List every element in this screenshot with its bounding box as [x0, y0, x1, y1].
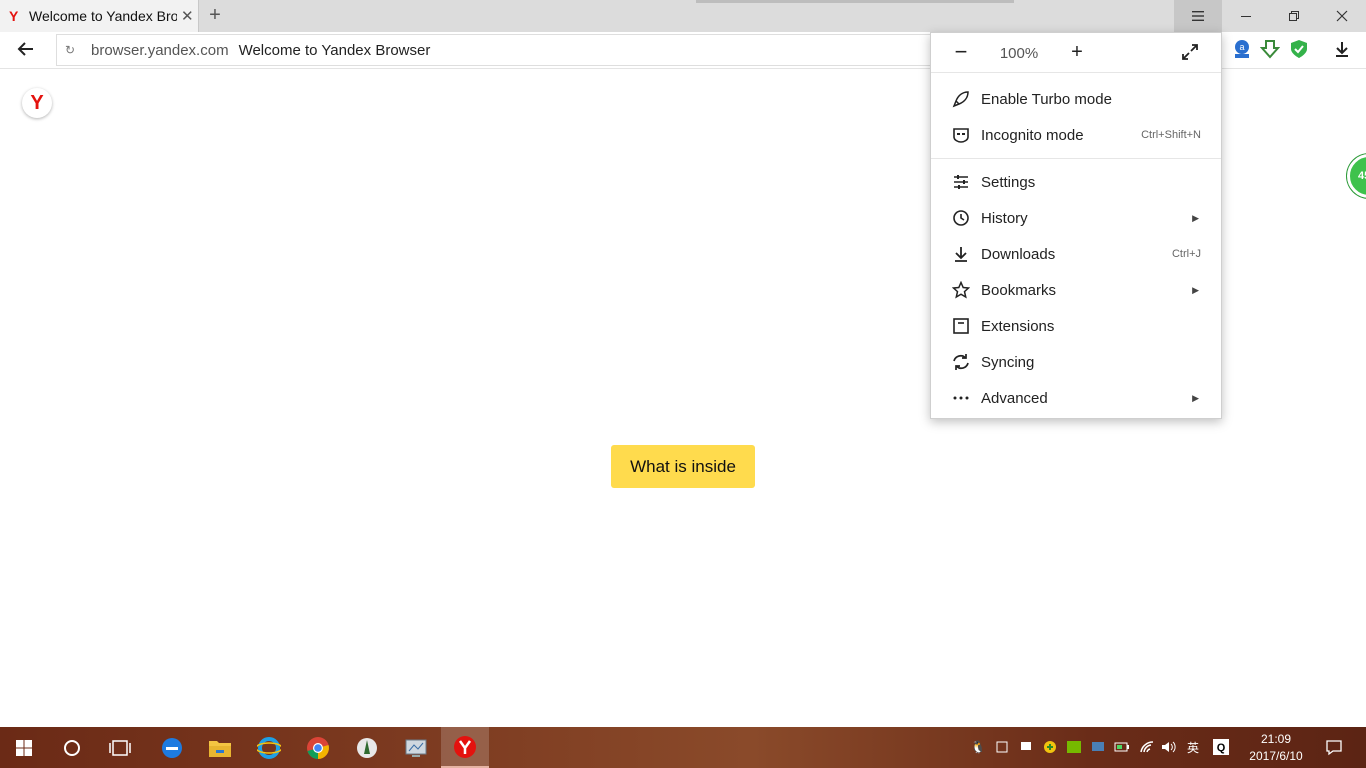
rocket-icon [951, 89, 971, 109]
tab-strip: Y Welcome to Yandex Browser ✕ + [0, 0, 1366, 32]
yandex-browser-app[interactable] [441, 727, 489, 768]
task-view-button[interactable] [96, 727, 144, 768]
action-center-icon[interactable] [1325, 738, 1343, 756]
menu-item-downloads[interactable]: Downloads Ctrl+J [931, 236, 1221, 272]
menu-divider [931, 158, 1221, 159]
monitor-icon [405, 739, 427, 757]
floating-badge[interactable]: 45 [1347, 154, 1366, 198]
file-explorer-app[interactable] [196, 727, 244, 768]
address-bar[interactable]: ↻ browser.yandex.com Welcome to Yandex B… [56, 34, 936, 66]
download-helper-icon[interactable] [1259, 38, 1281, 60]
app-taskbar-icon-2[interactable] [392, 727, 440, 768]
window-drag-area [696, 0, 1014, 3]
battery-icon[interactable] [1114, 739, 1130, 755]
edge-app[interactable] [148, 727, 196, 768]
edge-icon [162, 737, 182, 758]
translate-extension-icon[interactable]: a [1231, 38, 1253, 60]
restore-button[interactable] [1270, 0, 1318, 32]
windows-icon [16, 739, 32, 756]
address-page-title: Welcome to Yandex Browser [238, 41, 431, 59]
browser-menu: − 100% + Enable Turbo mode Incognito mod… [930, 32, 1222, 419]
browser-tab[interactable]: Y Welcome to Yandex Browser ✕ [0, 0, 199, 32]
clock-icon [951, 208, 971, 228]
ie-icon [257, 736, 281, 759]
input-method-indicator[interactable]: 英 [1185, 739, 1201, 755]
new-tab-button[interactable]: + [204, 4, 226, 26]
tray-icon-display[interactable] [1018, 739, 1034, 755]
yandex-icon [454, 735, 476, 758]
menu-item-syncing[interactable]: Syncing [931, 344, 1221, 380]
svg-text:Q: Q [1217, 742, 1226, 754]
tray-icon-q[interactable]: Q [1213, 739, 1229, 755]
windows-taskbar: 🐧 英 Q 21:09 2017/6/10 [0, 727, 1366, 768]
minimize-button[interactable] [1222, 0, 1270, 32]
zoom-level: 100% [999, 45, 1039, 62]
clock-date: 2017/6/10 [1249, 749, 1303, 763]
sliders-icon [951, 172, 971, 192]
close-window-button[interactable] [1318, 0, 1366, 32]
yandex-favicon-icon: Y [9, 8, 19, 24]
sync-icon [951, 352, 971, 372]
zoom-in-button[interactable]: + [1067, 41, 1087, 65]
menu-item-bookmarks[interactable]: Bookmarks ▶ [931, 272, 1221, 308]
svg-text:a: a [1239, 42, 1244, 52]
download-icon [951, 244, 971, 264]
fullscreen-icon[interactable] [1181, 43, 1201, 63]
menu-item-history[interactable]: History ▶ [931, 200, 1221, 236]
tray-icon-network-device[interactable] [1090, 739, 1106, 755]
tray-icon-window[interactable] [994, 739, 1010, 755]
back-arrow-icon [17, 42, 33, 56]
downloads-icon[interactable] [1331, 38, 1353, 60]
chevron-right-icon: ▶ [1192, 284, 1199, 295]
more-icon [951, 388, 971, 408]
tray-icon-security[interactable] [1042, 739, 1058, 755]
menu-item-extensions[interactable]: Extensions [931, 308, 1221, 344]
extension-icon [951, 316, 971, 336]
menu-item-advanced[interactable]: Advanced ▶ [931, 380, 1221, 416]
yandex-logo[interactable]: Y [22, 88, 52, 118]
chrome-icon [307, 736, 329, 759]
qq-tray-icon[interactable]: 🐧 [970, 739, 986, 755]
hamburger-icon [1192, 11, 1204, 21]
address-domain: browser.yandex.com [91, 41, 229, 59]
cortana-icon [64, 739, 80, 756]
zoom-out-button[interactable]: − [951, 41, 971, 65]
close-icon [1336, 10, 1348, 22]
what-is-inside-button[interactable]: What is inside [611, 445, 755, 488]
folder-icon [209, 740, 231, 757]
taskbar-clock[interactable]: 21:09 2017/6/10 [1240, 731, 1312, 765]
star-icon [951, 280, 971, 300]
menu-item-incognito[interactable]: Incognito mode Ctrl+Shift+N [931, 117, 1221, 153]
start-button[interactable] [0, 727, 48, 768]
nvidia-tray-icon[interactable] [1066, 739, 1082, 755]
menu-item-turbo[interactable]: Enable Turbo mode [931, 81, 1221, 117]
internet-explorer-app[interactable] [245, 727, 293, 768]
zoom-row: − 100% + [931, 33, 1221, 73]
search-button[interactable] [48, 727, 96, 768]
task-view-icon [109, 739, 131, 756]
minimize-icon [1241, 16, 1251, 17]
mask-icon [951, 125, 971, 145]
volume-icon[interactable] [1161, 739, 1177, 755]
app-taskbar-icon[interactable] [343, 727, 391, 768]
browser-menu-button[interactable] [1174, 0, 1222, 32]
chevron-right-icon: ▶ [1192, 392, 1199, 403]
wifi-icon[interactable] [1139, 739, 1155, 755]
chrome-app[interactable] [294, 727, 342, 768]
clock-time: 21:09 [1260, 732, 1292, 746]
shield-icon[interactable] [1288, 38, 1310, 60]
restore-icon [1289, 11, 1299, 21]
app-icon [357, 737, 377, 758]
reload-icon[interactable]: ↻ [65, 43, 81, 57]
chevron-right-icon: ▶ [1192, 212, 1199, 223]
menu-item-settings[interactable]: Settings [931, 164, 1221, 200]
tab-title: Welcome to Yandex Browser [29, 8, 177, 24]
tab-close-icon[interactable]: ✕ [181, 7, 194, 25]
back-button[interactable] [16, 40, 40, 60]
